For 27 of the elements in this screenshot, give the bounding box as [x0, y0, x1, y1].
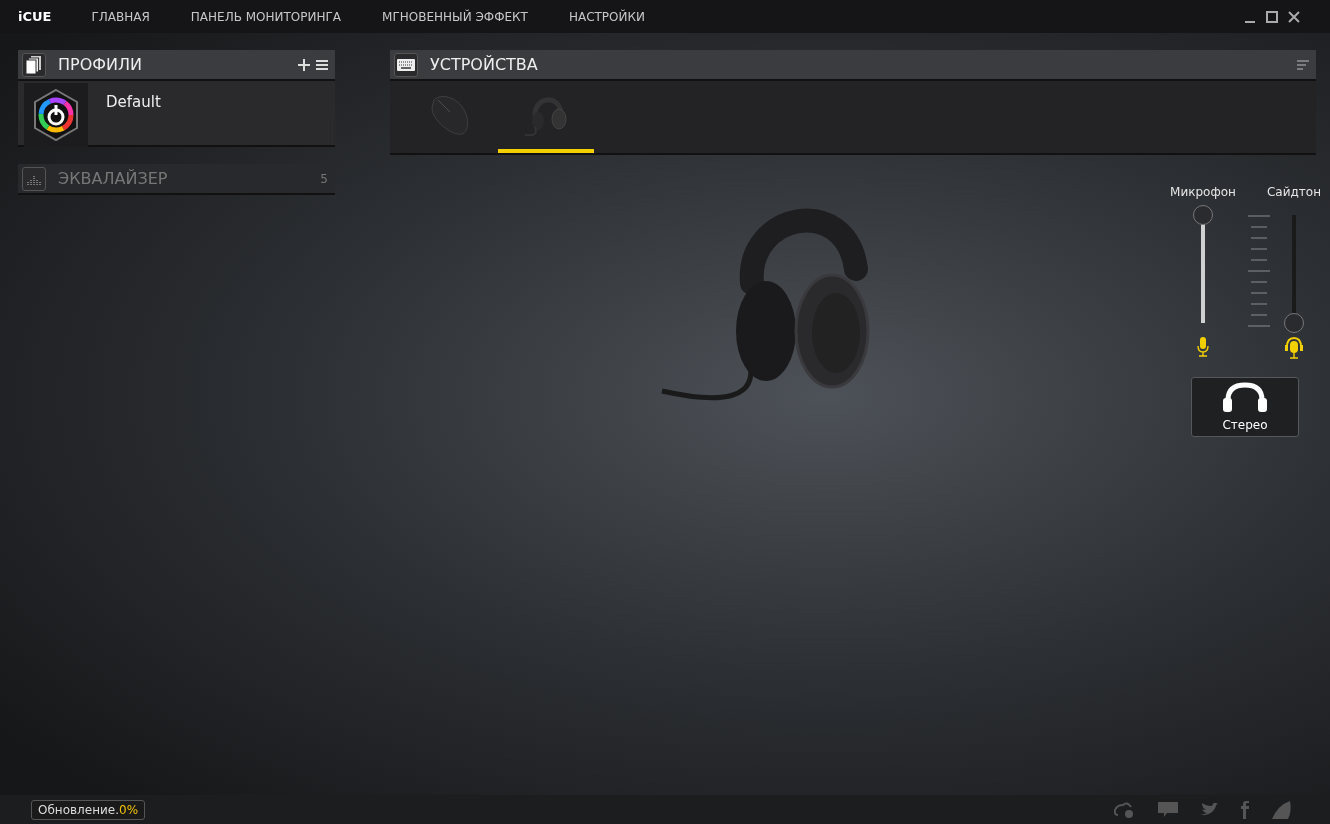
pages-icon	[22, 52, 46, 77]
stereo-button[interactable]: Стерео	[1191, 377, 1299, 437]
hexagon-logo-icon	[32, 88, 80, 142]
equalizer-icon	[22, 166, 46, 191]
update-label: Обновление.	[38, 802, 119, 817]
menu-icon[interactable]	[316, 58, 328, 71]
profile-item[interactable]: Default	[18, 81, 335, 147]
maximize-icon[interactable]	[1266, 10, 1278, 23]
panel-title: ЭКВАЛАЙЗЕР	[58, 169, 168, 188]
nav-link[interactable]: ПАНЕЛЬ МОНИТОРИНГА	[190, 9, 342, 24]
nav-link[interactable]: ГЛАВНАЯ	[91, 9, 150, 24]
nav-link[interactable]: МГНОВЕННЫЙ ЭФФЕКТ	[382, 9, 528, 24]
headset-microphone-icon[interactable]	[1285, 337, 1303, 359]
update-percent: 0%	[119, 802, 139, 817]
sort-icon[interactable]	[1297, 59, 1309, 70]
slider-label: Сайдтон	[1267, 185, 1321, 199]
panel-title: УСТРОЙСТВА	[430, 55, 538, 74]
count-label: 5	[320, 171, 328, 186]
panel-title: ПРОФИЛИ	[58, 55, 142, 74]
microphone-icon[interactable]	[1197, 337, 1209, 357]
keyboard-icon	[394, 52, 418, 77]
headphones-icon	[1222, 382, 1268, 412]
nav-link[interactable]: НАСТРОЙКИ	[568, 9, 645, 24]
app-logo: iCUE	[18, 9, 52, 24]
add-icon[interactable]	[298, 58, 310, 71]
close-icon[interactable]	[1288, 10, 1300, 23]
slider-label: Микрофон	[1170, 185, 1236, 199]
